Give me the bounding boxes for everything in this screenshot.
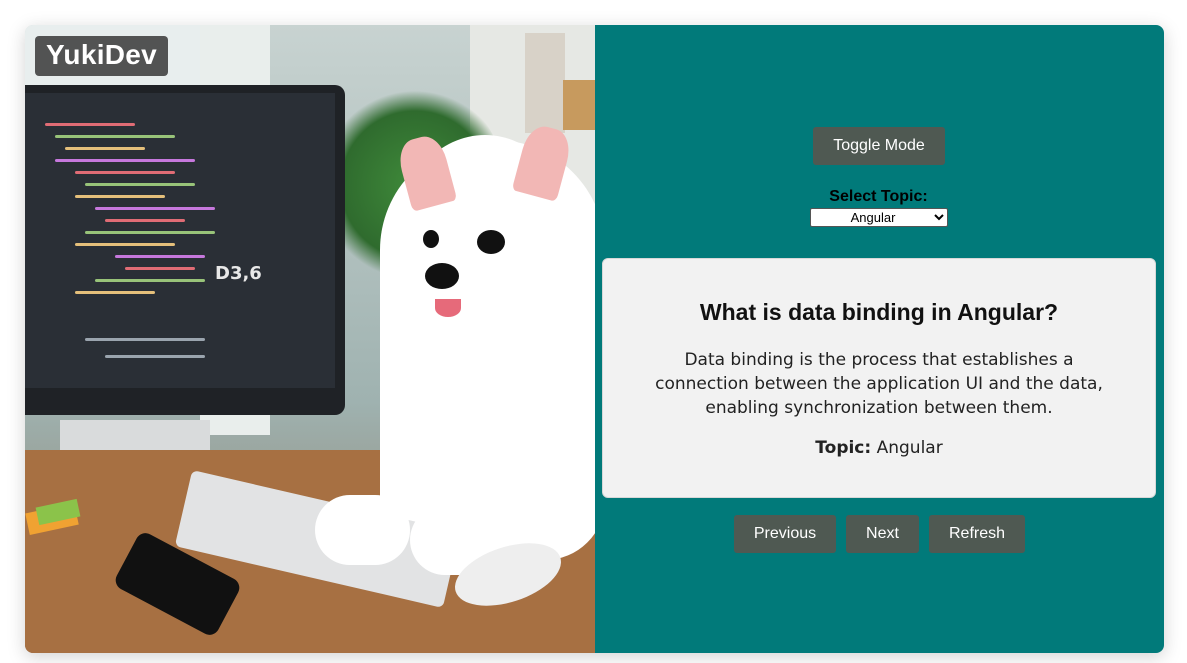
select-topic-label: Select Topic: — [829, 188, 928, 205]
dog-eye-right — [477, 230, 505, 254]
topic-line-value: Angular — [876, 438, 943, 458]
screen-chart-label: D3,6 — [215, 263, 262, 284]
dog-tongue — [435, 299, 461, 317]
toggle-mode-button[interactable]: Toggle Mode — [813, 127, 945, 165]
answer-text: Data binding is the process that establi… — [655, 350, 1103, 418]
books — [525, 33, 565, 133]
box — [563, 80, 595, 130]
topic-line-label: Topic: — [815, 438, 872, 458]
dog-eye-left — [423, 230, 439, 248]
brand-logo[interactable]: YukiDev — [35, 36, 169, 76]
content-panel: Toggle Mode Select Topic: Angular What i… — [595, 25, 1164, 653]
topic-select[interactable]: Angular — [810, 208, 948, 227]
question-card: What is data binding in Angular? Data bi… — [602, 258, 1156, 498]
dog-paw-left — [315, 495, 410, 565]
refresh-button[interactable]: Refresh — [929, 515, 1025, 553]
previous-button[interactable]: Previous — [734, 515, 836, 553]
app-card: D3,6 YukiDev Toggle Mode Select Topic: A… — [25, 25, 1164, 653]
topic-line: Topic: Angular — [603, 438, 1155, 458]
question-text: What is data binding in Angular? — [699, 299, 1059, 325]
monitor-screen: D3,6 — [25, 93, 335, 388]
dog-nose — [425, 263, 459, 289]
illustration-panel: D3,6 YukiDev — [25, 25, 595, 653]
next-button[interactable]: Next — [846, 515, 919, 553]
